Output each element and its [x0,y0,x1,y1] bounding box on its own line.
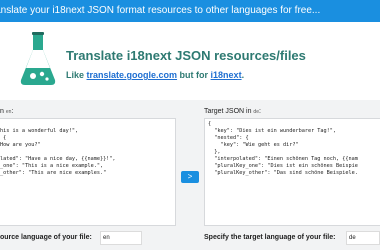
code-line: }, [208,149,221,155]
code-line: _other": "This are nice examples." [0,170,107,176]
source-label-text: n [0,108,4,115]
target-label-text: Target JSON in [204,108,252,115]
translate-button[interactable]: > [181,171,199,183]
hero-section: Translate i18next JSON resources/files L… [0,22,380,100]
google-translate-link[interactable]: translate.google.com [87,70,178,80]
flask-icon [20,32,56,85]
top-banner: Translate your i18next JSON format resou… [0,0,380,22]
code-line: "key": "Dies ist ein wunderbarer Tag!", [208,128,337,134]
subtitle-prefix: Like [66,70,87,80]
code-line: "interpolated": "Einen schönen Tag noch,… [208,156,358,162]
code-line: lated": "Have a nice day, {{name}}!", [0,156,116,162]
code-line: his is a wonderful day!", [0,128,79,134]
source-json-label: n en: [0,108,14,115]
source-json-textarea[interactable]: his is a wonderful day!", {How are you?"… [0,118,176,226]
source-language-label: ource language of your file: [0,234,92,241]
code-line: How are you?" [0,142,41,148]
target-json-label: Target JSON in de: [204,108,261,115]
code-line: "pluralKey_other": "Das sind schöne Beis… [208,170,358,176]
code-line: "pluralKey_one": "Dies ist ein schönes B… [208,163,358,169]
target-language-input[interactable]: de [346,231,380,245]
source-language-input[interactable]: en [100,231,142,245]
subtitle-suffix: . [241,70,245,80]
code-line: { [208,121,212,127]
code-line: "key": "Wie geht es dir?" [208,142,299,148]
subtitle-middle: but for [177,70,211,80]
target-language-label: Specify the target language of your file… [204,234,336,241]
i18next-link[interactable]: i18next [211,70,242,80]
translator-panel: n en: his is a wonderful day!", {How are… [0,100,380,250]
code-line: "nested": { [208,135,249,141]
target-label-lang: de [253,109,259,115]
code-line: { [0,135,7,141]
hero-subtitle: Like translate.google.com but for i18nex… [66,70,244,80]
target-json-textarea[interactable]: { "key": "Dies ist ein wunderbarer Tag!"… [204,118,380,226]
source-label-lang: en [5,109,12,115]
banner-text: Translate your i18next JSON format resou… [0,5,321,16]
code-line: _one": "This is a nice example.", [0,163,104,169]
page-title: Translate i18next JSON resources/files [66,48,306,63]
